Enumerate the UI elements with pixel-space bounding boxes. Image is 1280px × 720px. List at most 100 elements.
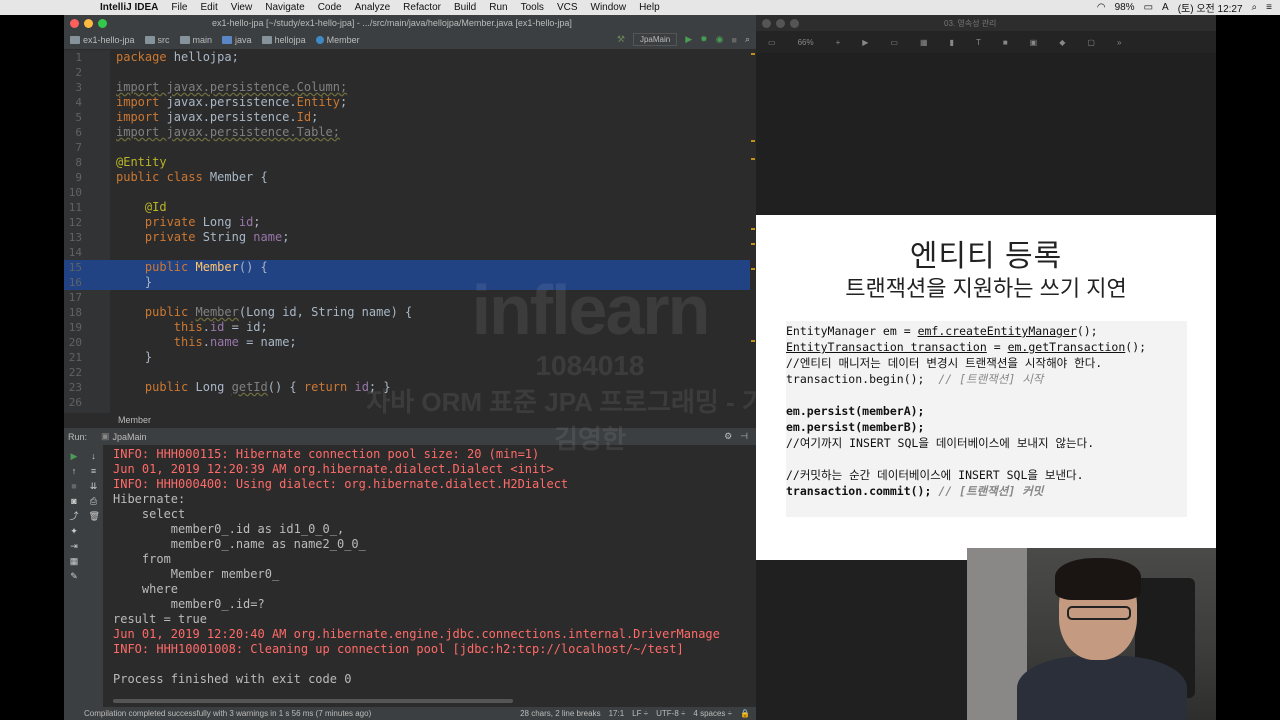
menu-help[interactable]: Help [639, 2, 660, 13]
menu-build[interactable]: Build [454, 2, 476, 13]
table-icon[interactable]: ▦ [920, 38, 928, 47]
app-menu[interactable]: IntelliJ IDEA [100, 2, 158, 13]
more-icon[interactable]: » [1117, 38, 1121, 47]
menu-vcs[interactable]: VCS [557, 2, 578, 13]
line-number[interactable]: 15 [64, 260, 82, 275]
battery-percent[interactable]: 98% [1115, 2, 1135, 13]
line-number[interactable]: 1 [64, 50, 82, 65]
add-slide-icon[interactable]: + [836, 38, 841, 47]
warning-marker[interactable] [751, 140, 755, 142]
battery-icon[interactable]: ▭ [1144, 2, 1153, 13]
down-icon[interactable]: ↓ [89, 452, 99, 461]
stop-icon[interactable]: ■ [69, 482, 79, 491]
breadcrumb-java[interactable]: java [222, 35, 252, 45]
menu-refactor[interactable]: Refactor [403, 2, 441, 13]
code-line[interactable]: 13 private String name; [64, 230, 750, 245]
close-window-icon[interactable] [70, 18, 79, 28]
code-line[interactable]: 1 package hellojpa; [64, 50, 750, 65]
view-icon[interactable]: ▭ [768, 38, 776, 47]
breadcrumb-main[interactable]: main [179, 35, 212, 45]
code-line[interactable]: 9 public class Member { [64, 170, 750, 185]
breadcrumb-project[interactable]: ex1-hello-jpa [70, 35, 135, 45]
code-line[interactable]: 16 } [64, 275, 750, 290]
run-configuration-select[interactable]: JpaMain [632, 33, 678, 46]
lock-icon[interactable]: 🔒 [740, 707, 750, 720]
code-line[interactable]: 20 this.name = name; [64, 335, 750, 350]
code-line[interactable]: 15 public Member() { [64, 260, 750, 275]
line-number[interactable]: 19 [64, 320, 82, 335]
code-line[interactable]: 19 this.id = id; [64, 320, 750, 335]
line-number[interactable]: 18 [64, 305, 82, 320]
breadcrumb-class[interactable]: Member [315, 35, 360, 45]
breadcrumb-src[interactable]: src [144, 35, 170, 45]
restore-layout-icon[interactable]: ⤴ [69, 512, 79, 521]
line-number[interactable]: 3 [64, 80, 82, 95]
menu-view[interactable]: View [231, 2, 253, 13]
settings-icon[interactable]: ⚙ [724, 431, 732, 442]
clock[interactable]: (토) 오전 12:27 [1178, 0, 1243, 15]
minimize-window-icon[interactable] [84, 18, 93, 28]
minimize-window-icon[interactable] [776, 18, 785, 28]
menu-edit[interactable]: Edit [200, 2, 217, 13]
code-line[interactable]: 11 @Id [64, 200, 750, 215]
line-number[interactable]: 16 [64, 275, 82, 290]
notification-center-icon[interactable]: ≡ [1266, 2, 1272, 13]
caret-position[interactable]: 17:1 [609, 707, 625, 720]
hide-panel-icon[interactable]: ⊣ [740, 431, 748, 442]
code-line[interactable]: 7 [64, 140, 750, 155]
breadcrumb-package[interactable]: hellojpa [261, 35, 306, 45]
zoom-select[interactable]: 66% [798, 38, 814, 47]
file-encoding[interactable]: UTF-8 ÷ [656, 707, 685, 720]
run-icon[interactable]: ▶ [685, 34, 692, 45]
line-number[interactable]: 17 [64, 290, 82, 305]
code-line[interactable]: 12 private Long id; [64, 215, 750, 230]
soft-wrap-icon[interactable]: ≡ [89, 467, 99, 476]
line-number[interactable]: 11 [64, 200, 82, 215]
input-method[interactable]: A [1162, 2, 1169, 13]
line-number[interactable]: 21 [64, 350, 82, 365]
comment-icon[interactable]: ◆ [1059, 38, 1065, 47]
shape-icon[interactable]: ■ [1003, 38, 1008, 47]
run-console[interactable]: INFO: HHH000115: Hibernate connection po… [105, 445, 756, 707]
warning-marker[interactable] [751, 243, 755, 245]
line-number[interactable]: 2 [64, 65, 82, 80]
menu-analyze[interactable]: Analyze [355, 2, 391, 13]
line-number[interactable]: 4 [64, 95, 82, 110]
format-icon[interactable]: ▢ [1087, 38, 1095, 47]
rerun-icon[interactable]: ▶ [69, 452, 79, 461]
debug-icon[interactable]: ✹ [700, 34, 708, 45]
scroll-to-end-icon[interactable]: ⇊ [89, 482, 99, 491]
text-icon[interactable]: T [976, 38, 981, 47]
editor-breadcrumb-footer[interactable]: Member [64, 413, 756, 427]
coverage-icon[interactable]: ◉ [716, 34, 724, 45]
line-number[interactable]: 9 [64, 170, 82, 185]
keynote-live-icon[interactable]: ▭ [890, 38, 898, 47]
line-number[interactable]: 8 [64, 155, 82, 170]
warning-marker[interactable] [751, 228, 755, 230]
code-line[interactable]: 6 import javax.persistence.Table; [64, 125, 750, 140]
menu-code[interactable]: Code [318, 2, 342, 13]
console-horizontal-scrollbar[interactable] [113, 699, 513, 703]
warning-marker[interactable] [751, 53, 755, 55]
code-line[interactable]: 3 import javax.persistence.Column; [64, 80, 750, 95]
line-separator[interactable]: LF ÷ [632, 707, 648, 720]
line-number[interactable]: 5 [64, 110, 82, 125]
menu-file[interactable]: File [171, 2, 187, 13]
pin-icon[interactable]: ✎ [69, 572, 79, 581]
play-icon[interactable]: ▶ [862, 38, 868, 47]
menu-run[interactable]: Run [489, 2, 507, 13]
code-line[interactable]: 4 import javax.persistence.Entity; [64, 95, 750, 110]
code-line[interactable]: 22 [64, 365, 750, 380]
menu-navigate[interactable]: Navigate [265, 2, 304, 13]
code-editor[interactable]: 1 package hellojpa; 2 3 import javax.persist… [64, 50, 756, 413]
settings-icon[interactable]: ✦ [69, 527, 79, 536]
close-window-icon[interactable] [762, 18, 771, 28]
line-number[interactable]: 26 [64, 395, 82, 410]
up-icon[interactable]: ↑ [69, 467, 79, 476]
line-number[interactable]: 6 [64, 125, 82, 140]
code-line[interactable]: 23 public Long getId() { return id; } [64, 380, 750, 395]
exit-icon[interactable]: ⇥ [69, 542, 79, 551]
print-icon[interactable]: ⎙ [89, 497, 99, 506]
run-tab-jpamain[interactable]: ▣ JpaMain [101, 431, 147, 442]
line-number[interactable]: 13 [64, 230, 82, 245]
